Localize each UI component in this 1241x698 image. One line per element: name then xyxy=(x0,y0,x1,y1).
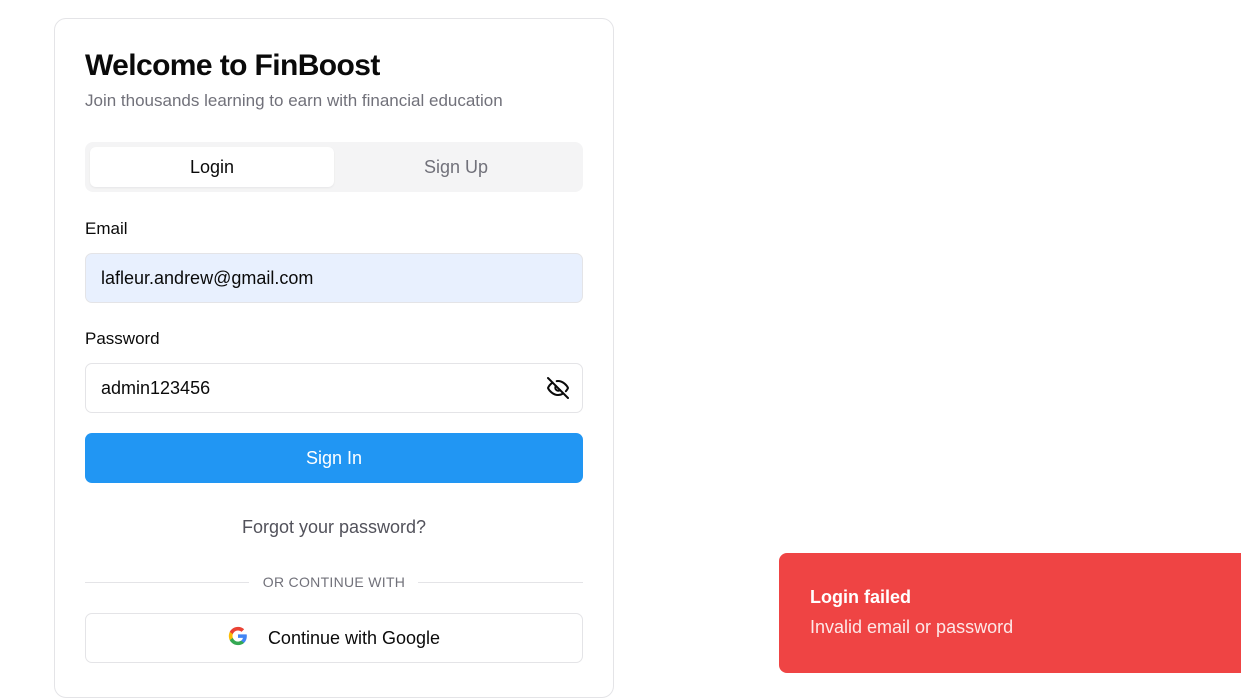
password-field[interactable] xyxy=(85,363,583,413)
error-toast[interactable]: Login failed Invalid email or password xyxy=(779,553,1241,673)
eye-off-icon[interactable] xyxy=(546,376,570,400)
google-signin-button[interactable]: Continue with Google xyxy=(85,613,583,663)
email-label: Email xyxy=(85,219,128,238)
page-title: Welcome to FinBoost xyxy=(85,49,380,82)
auth-tabs: Login Sign Up xyxy=(85,142,583,192)
auth-card: Welcome to FinBoost Join thousands learn… xyxy=(54,18,614,698)
google-icon xyxy=(228,626,248,651)
tab-login[interactable]: Login xyxy=(90,147,334,187)
page-subtitle: Join thousands learning to earn with fin… xyxy=(85,91,503,110)
password-label: Password xyxy=(85,329,160,348)
divider: OR CONTINUE WITH xyxy=(85,572,583,592)
tab-signup[interactable]: Sign Up xyxy=(334,147,578,187)
toast-title: Login failed xyxy=(810,587,911,607)
forgot-password-link[interactable]: Forgot your password? xyxy=(85,517,583,538)
toast-message: Invalid email or password xyxy=(810,617,1014,637)
email-field[interactable] xyxy=(85,253,583,303)
google-signin-label: Continue with Google xyxy=(267,627,441,648)
sign-in-button[interactable]: Sign In xyxy=(85,433,583,483)
divider-line-right xyxy=(418,582,583,583)
